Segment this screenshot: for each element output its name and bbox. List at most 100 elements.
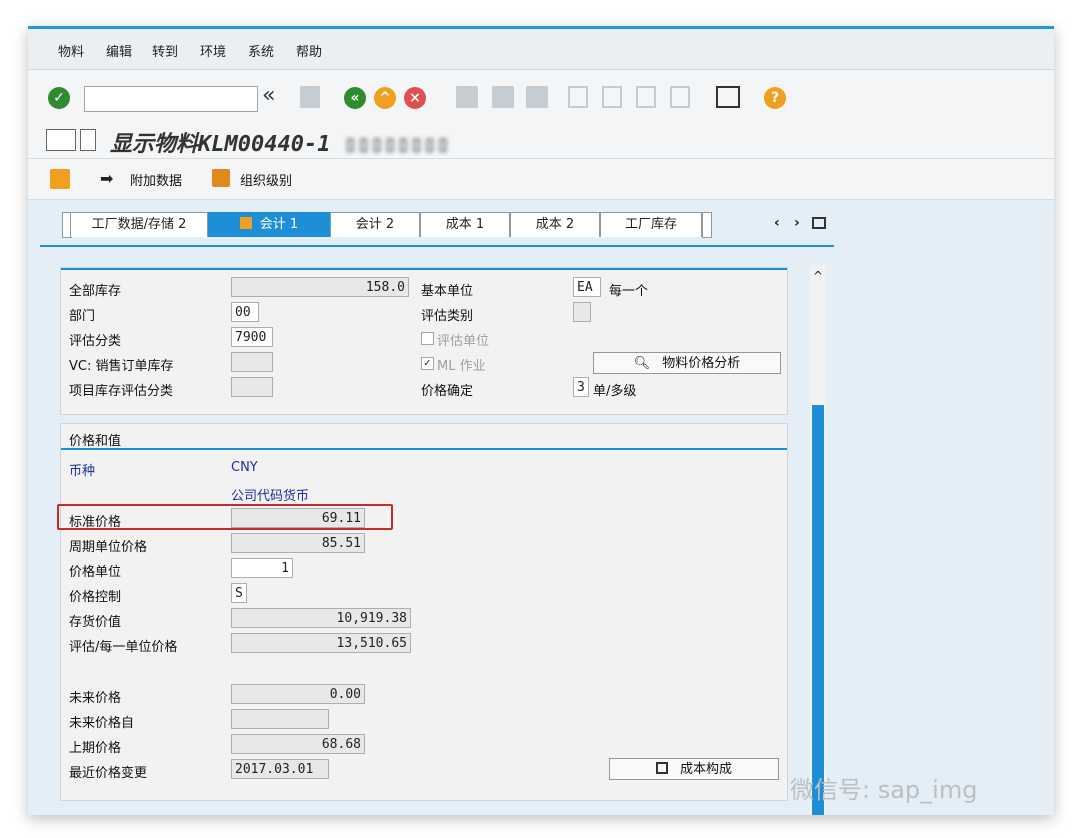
- price-unit-field[interactable]: 1: [231, 558, 293, 578]
- inventory-value-label: 存货价值: [69, 615, 122, 630]
- scrollbar-thumb[interactable]: [812, 405, 824, 815]
- vc-sales-order-stock-field[interactable]: [231, 352, 273, 372]
- tab-accounting-1-label: 会计 1: [259, 217, 299, 232]
- project-stock-valuation-class-field[interactable]: [231, 377, 273, 397]
- tab-underline: [40, 245, 834, 247]
- last-price-change-field[interactable]: 2017.03.01: [231, 759, 329, 779]
- search-icon: 🔍︎: [633, 356, 651, 371]
- future-price-from-label: 未来价格自: [69, 716, 135, 731]
- tab-strip: 工厂数据/存储 2 会计 1 会计 2 成本 1 成本 2 工厂库存 ‹ ›: [40, 212, 840, 246]
- back-icon[interactable]: «: [344, 87, 366, 109]
- standard-price-highlight-box: [57, 504, 393, 530]
- menu-system[interactable]: 系统: [248, 41, 274, 60]
- future-price-label: 未来价格: [69, 691, 122, 706]
- application-toolbar: ➡ 附加数据 组织级别: [28, 159, 1054, 200]
- find-icon[interactable]: [492, 86, 514, 108]
- periodic-unit-price-label: 周期单位价格: [69, 540, 148, 555]
- chevron-left-icon[interactable]: ‹: [774, 215, 780, 231]
- tab-accounting-2[interactable]: 会计 2: [330, 212, 420, 237]
- chevron-right-icon[interactable]: ›: [794, 215, 800, 231]
- tab-plant-stock[interactable]: 工厂库存: [600, 212, 702, 237]
- tab-costing-2[interactable]: 成本 2: [510, 212, 600, 237]
- menu-environment[interactable]: 环境: [200, 41, 226, 60]
- back-arrow-icon[interactable]: «: [262, 83, 275, 108]
- inventory-value-field[interactable]: 10,919.38: [231, 608, 411, 628]
- vc-sales-order-stock-label: VC: 销售订单库存: [69, 359, 174, 374]
- scroll-up-icon[interactable]: ^: [813, 269, 823, 283]
- valuated-unit-label: 评估单位: [437, 334, 490, 349]
- future-price-from-field[interactable]: [231, 709, 329, 729]
- tab-plant-data-storage-2[interactable]: 工厂数据/存储 2: [70, 212, 208, 237]
- material-price-analysis-button[interactable]: 🔍︎ 物料价格分析: [593, 352, 781, 374]
- base-unit-field[interactable]: EA: [573, 277, 601, 297]
- previous-price-field[interactable]: 68.68: [231, 734, 365, 754]
- prices-values-title: 价格和值: [69, 434, 122, 449]
- valuated-unit-checkbox[interactable]: [421, 332, 434, 345]
- base-unit-text: 每一个: [609, 284, 649, 299]
- currency-value: CNY: [231, 460, 258, 475]
- previous-price-label: 上期价格: [69, 741, 122, 756]
- page-title: 显示物料KLM00440-1 ▯▯▯▯▯▯▯▯: [110, 132, 450, 157]
- valuated-unit-price-label: 评估/每一单位价格: [69, 640, 178, 655]
- price-determination-label: 价格确定: [421, 384, 474, 399]
- org-levels-button[interactable]: 组织级别: [240, 170, 292, 189]
- watermark: 微信号: sap_img: [790, 776, 978, 804]
- table-icon: [655, 762, 668, 774]
- menu-bar: 物料 编辑 转到 环境 系统 帮助: [28, 29, 1054, 70]
- accounting-icon: [239, 217, 252, 229]
- next-page-icon[interactable]: [636, 86, 656, 108]
- exit-icon[interactable]: ^: [374, 87, 396, 109]
- division-field[interactable]: 00: [231, 302, 259, 322]
- valuation-class-field[interactable]: 7900: [231, 327, 273, 347]
- last-page-icon[interactable]: [670, 86, 690, 108]
- periodic-unit-price-field[interactable]: 85.51: [231, 533, 365, 553]
- valuated-unit-price-field[interactable]: 13,510.65: [231, 633, 411, 653]
- currency-note: 公司代码货币: [231, 489, 310, 504]
- additional-data-button[interactable]: 附加数据: [130, 170, 182, 189]
- prices-values-panel: 价格和值 币种 CNY 公司代码货币 标准价格 69.11 周期单位价格 85.…: [57, 423, 788, 801]
- tab-costing-1[interactable]: 成本 1: [420, 212, 510, 237]
- switch-view-icon[interactable]: [50, 169, 70, 189]
- obscured-description: ▯▯▯▯▯▯▯▯: [343, 132, 450, 157]
- dropdown-icon[interactable]: [80, 129, 96, 151]
- sap-window: 物料 编辑 转到 环境 系统 帮助 ✓ « « ^ × ? 显示物料KLM004…: [28, 26, 1054, 815]
- price-control-field[interactable]: S: [231, 583, 247, 603]
- arrow-right-icon[interactable]: ➡: [100, 169, 113, 188]
- first-page-icon[interactable]: [568, 86, 588, 108]
- future-price-field[interactable]: 0.00: [231, 684, 365, 704]
- standard-toolbar: ✓ « « ^ × ?: [28, 70, 1054, 122]
- general-data-panel: 全部库存 158.0 部门 00 评估分类 7900 VC: 销售订单库存 项目…: [60, 267, 788, 415]
- menu-help[interactable]: 帮助: [296, 41, 322, 60]
- price-determination-text: 单/多级: [593, 384, 637, 399]
- menu-goto[interactable]: 转到: [152, 41, 178, 60]
- save-icon[interactable]: [300, 86, 320, 108]
- layout-icon[interactable]: [716, 86, 740, 108]
- total-stock-label: 全部库存: [69, 284, 122, 299]
- tab-scroll-right-icon[interactable]: [702, 212, 712, 238]
- find-next-icon[interactable]: [526, 86, 548, 108]
- screen-menu-icon[interactable]: [46, 129, 76, 151]
- title-bar: 显示物料KLM00440-1 ▯▯▯▯▯▯▯▯: [28, 122, 1054, 159]
- cost-components-button[interactable]: 成本构成: [609, 758, 779, 780]
- cancel-icon[interactable]: ×: [404, 87, 426, 109]
- command-field[interactable]: [84, 86, 258, 112]
- tab-accounting-1[interactable]: 会计 1: [208, 212, 330, 237]
- previous-page-icon[interactable]: [602, 86, 622, 108]
- help-icon[interactable]: ?: [764, 87, 786, 109]
- menu-edit[interactable]: 编辑: [106, 41, 132, 60]
- org-levels-icon[interactable]: [212, 169, 230, 187]
- tab-list-icon[interactable]: [812, 217, 826, 229]
- ml-active-label: ML 作业: [437, 359, 486, 374]
- ml-active-checkbox[interactable]: ✓: [421, 357, 434, 370]
- valuation-category-field[interactable]: [573, 302, 591, 322]
- enter-check-icon[interactable]: ✓: [48, 87, 70, 109]
- menu-material[interactable]: 物料: [58, 41, 84, 60]
- price-determination-field[interactable]: 3: [573, 377, 589, 397]
- last-price-change-label: 最近价格变更: [69, 766, 148, 781]
- print-icon[interactable]: [456, 86, 478, 108]
- price-control-label: 价格控制: [69, 590, 122, 605]
- project-stock-valuation-class-label: 项目库存评估分类: [69, 384, 174, 399]
- vertical-scrollbar[interactable]: ^: [810, 265, 826, 815]
- total-stock-field[interactable]: 158.0: [231, 277, 409, 297]
- valuation-class-label: 评估分类: [69, 334, 122, 349]
